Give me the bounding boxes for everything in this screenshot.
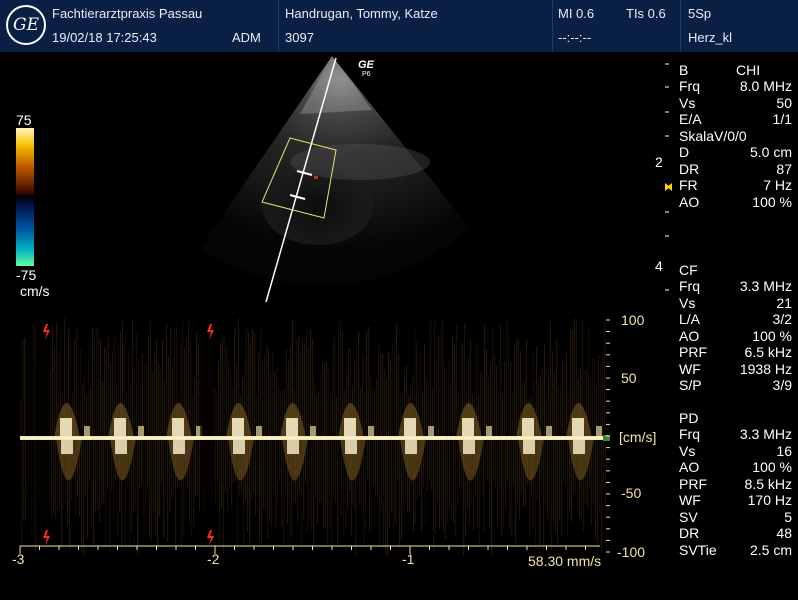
preset-name: Herz_kl [688,30,733,45]
bmode-param-label: E/A [679,111,702,127]
bmode-title: B [679,62,689,78]
colorbar-unit: cm/s [20,283,50,299]
depth-mark-4: 4 [655,258,663,274]
cf-param-value: 3/9 [772,377,792,393]
pd-param-label: AO [679,459,700,475]
pd-param-value: 170 Hz [747,492,792,508]
clock-placeholder: --:--:-- [558,30,592,45]
cf-title: CF [679,262,698,278]
bmode-param-label: FR [679,177,698,193]
pd-param-value: 5 [784,508,792,525]
header-divider [552,0,553,52]
pd-param-value: 100 % [752,459,792,475]
pd-param-label: Frq [679,426,700,442]
pd-param-label: DR [679,525,700,541]
cf-param-value: 21 [776,294,792,311]
cf-param-label: AO [679,327,700,344]
y-tick-unit: [cm/s] [619,429,657,445]
bmode-param-value: 87 [776,160,792,177]
depth-scale [665,63,672,291]
bmode-param-label: D [679,144,690,160]
cf-param-label: PRF [679,344,707,360]
bmode-param-value: 8.0 MHz [739,78,792,94]
cf-param-label: WF [679,360,701,377]
pd-param-value: 16 [776,442,792,459]
bmode-param-value: 100 % [752,193,792,210]
probe-brand-marker: GE [358,59,375,71]
bmode-title-value: CHI [736,62,761,78]
pd-param-value: 48 [776,525,792,541]
operator-id: ADM [232,30,261,45]
y-tick-neg50: -50 [621,485,642,501]
velocity-scale-ticks [606,319,610,553]
pd-param-label: SVTie [679,541,717,558]
y-tick-neg100: -100 [617,544,646,560]
mi-index: MI 0.6 [558,6,595,21]
cf-param-label: Vs [679,294,696,311]
bmode-image[interactable]: GE P6 [0,52,660,322]
y-tick-50: 50 [621,370,637,386]
bmode-param-value: 5.0 cm [749,144,792,160]
patient-id: 3097 [285,30,314,45]
cf-param-value: 100 % [752,327,792,344]
bmode-param-label: Vs [679,94,696,111]
header-bar: GE Fachtierarztpraxis Passau 19/02/18 17… [0,0,798,52]
bmode-param-label: DR [679,160,700,177]
patient-name: Handrugan, Tommy, Katze [285,6,438,21]
colorbar-min: -75 [16,267,37,283]
header-divider [680,0,681,52]
pd-param-value: 8.5 kHz [744,475,792,492]
cf-param-value: 3.3 MHz [739,278,792,294]
pd-param-label: WF [679,492,701,508]
sweep-speed: 58.30 mm/s [528,553,602,569]
time-axis [19,545,600,554]
pd-param-value: 2.5 cm [749,541,792,558]
cf-param-value: 1938 Hz [739,360,792,377]
probe-name: 5Sp [688,6,712,21]
cf-param-value: 3/2 [772,311,792,327]
exam-datetime: 19/02/18 17:25:43 [52,30,157,45]
colorbar-max: 75 [16,112,32,128]
bmode-param-value: 7 Hz [763,177,792,193]
bmode-param-value: 50 [776,94,792,111]
velocity-colorbar [16,128,34,266]
pd-param-label: SV [679,508,698,525]
pd-param-label: PRF [679,475,707,492]
cf-param-label: Frq [679,278,700,294]
pd-param-value: 3.3 MHz [739,426,792,442]
depth-mark-2: 2 [655,154,663,170]
ge-logo: GE [6,5,46,45]
x-tick-neg3: -3 [12,551,25,567]
bmode-param-value: 1/1 [772,111,792,127]
x-tick-neg1: -1 [402,551,415,567]
clinic-name: Fachtierarztpraxis Passau [52,6,203,21]
pd-param-label: Vs [679,442,696,459]
pd-title: PD [679,410,699,426]
bmode-param-label: AO [679,193,700,210]
header-divider [278,0,279,52]
cf-param-label: L/A [679,311,701,327]
cf-param-value: 6.5 kHz [744,344,792,360]
tis-index: TIs 0.6 [626,6,666,21]
color-flow-signal [314,176,318,179]
bmode-param-label: Frq [679,78,700,94]
x-tick-neg2: -2 [207,551,220,567]
doppler-spectrum[interactable] [0,318,610,558]
y-tick-100: 100 [621,312,645,328]
probe-sub-marker: P6 [362,71,371,78]
bmode-param-label: SkalaV/0/0 [679,127,747,144]
cf-param-label: S/P [679,377,702,393]
